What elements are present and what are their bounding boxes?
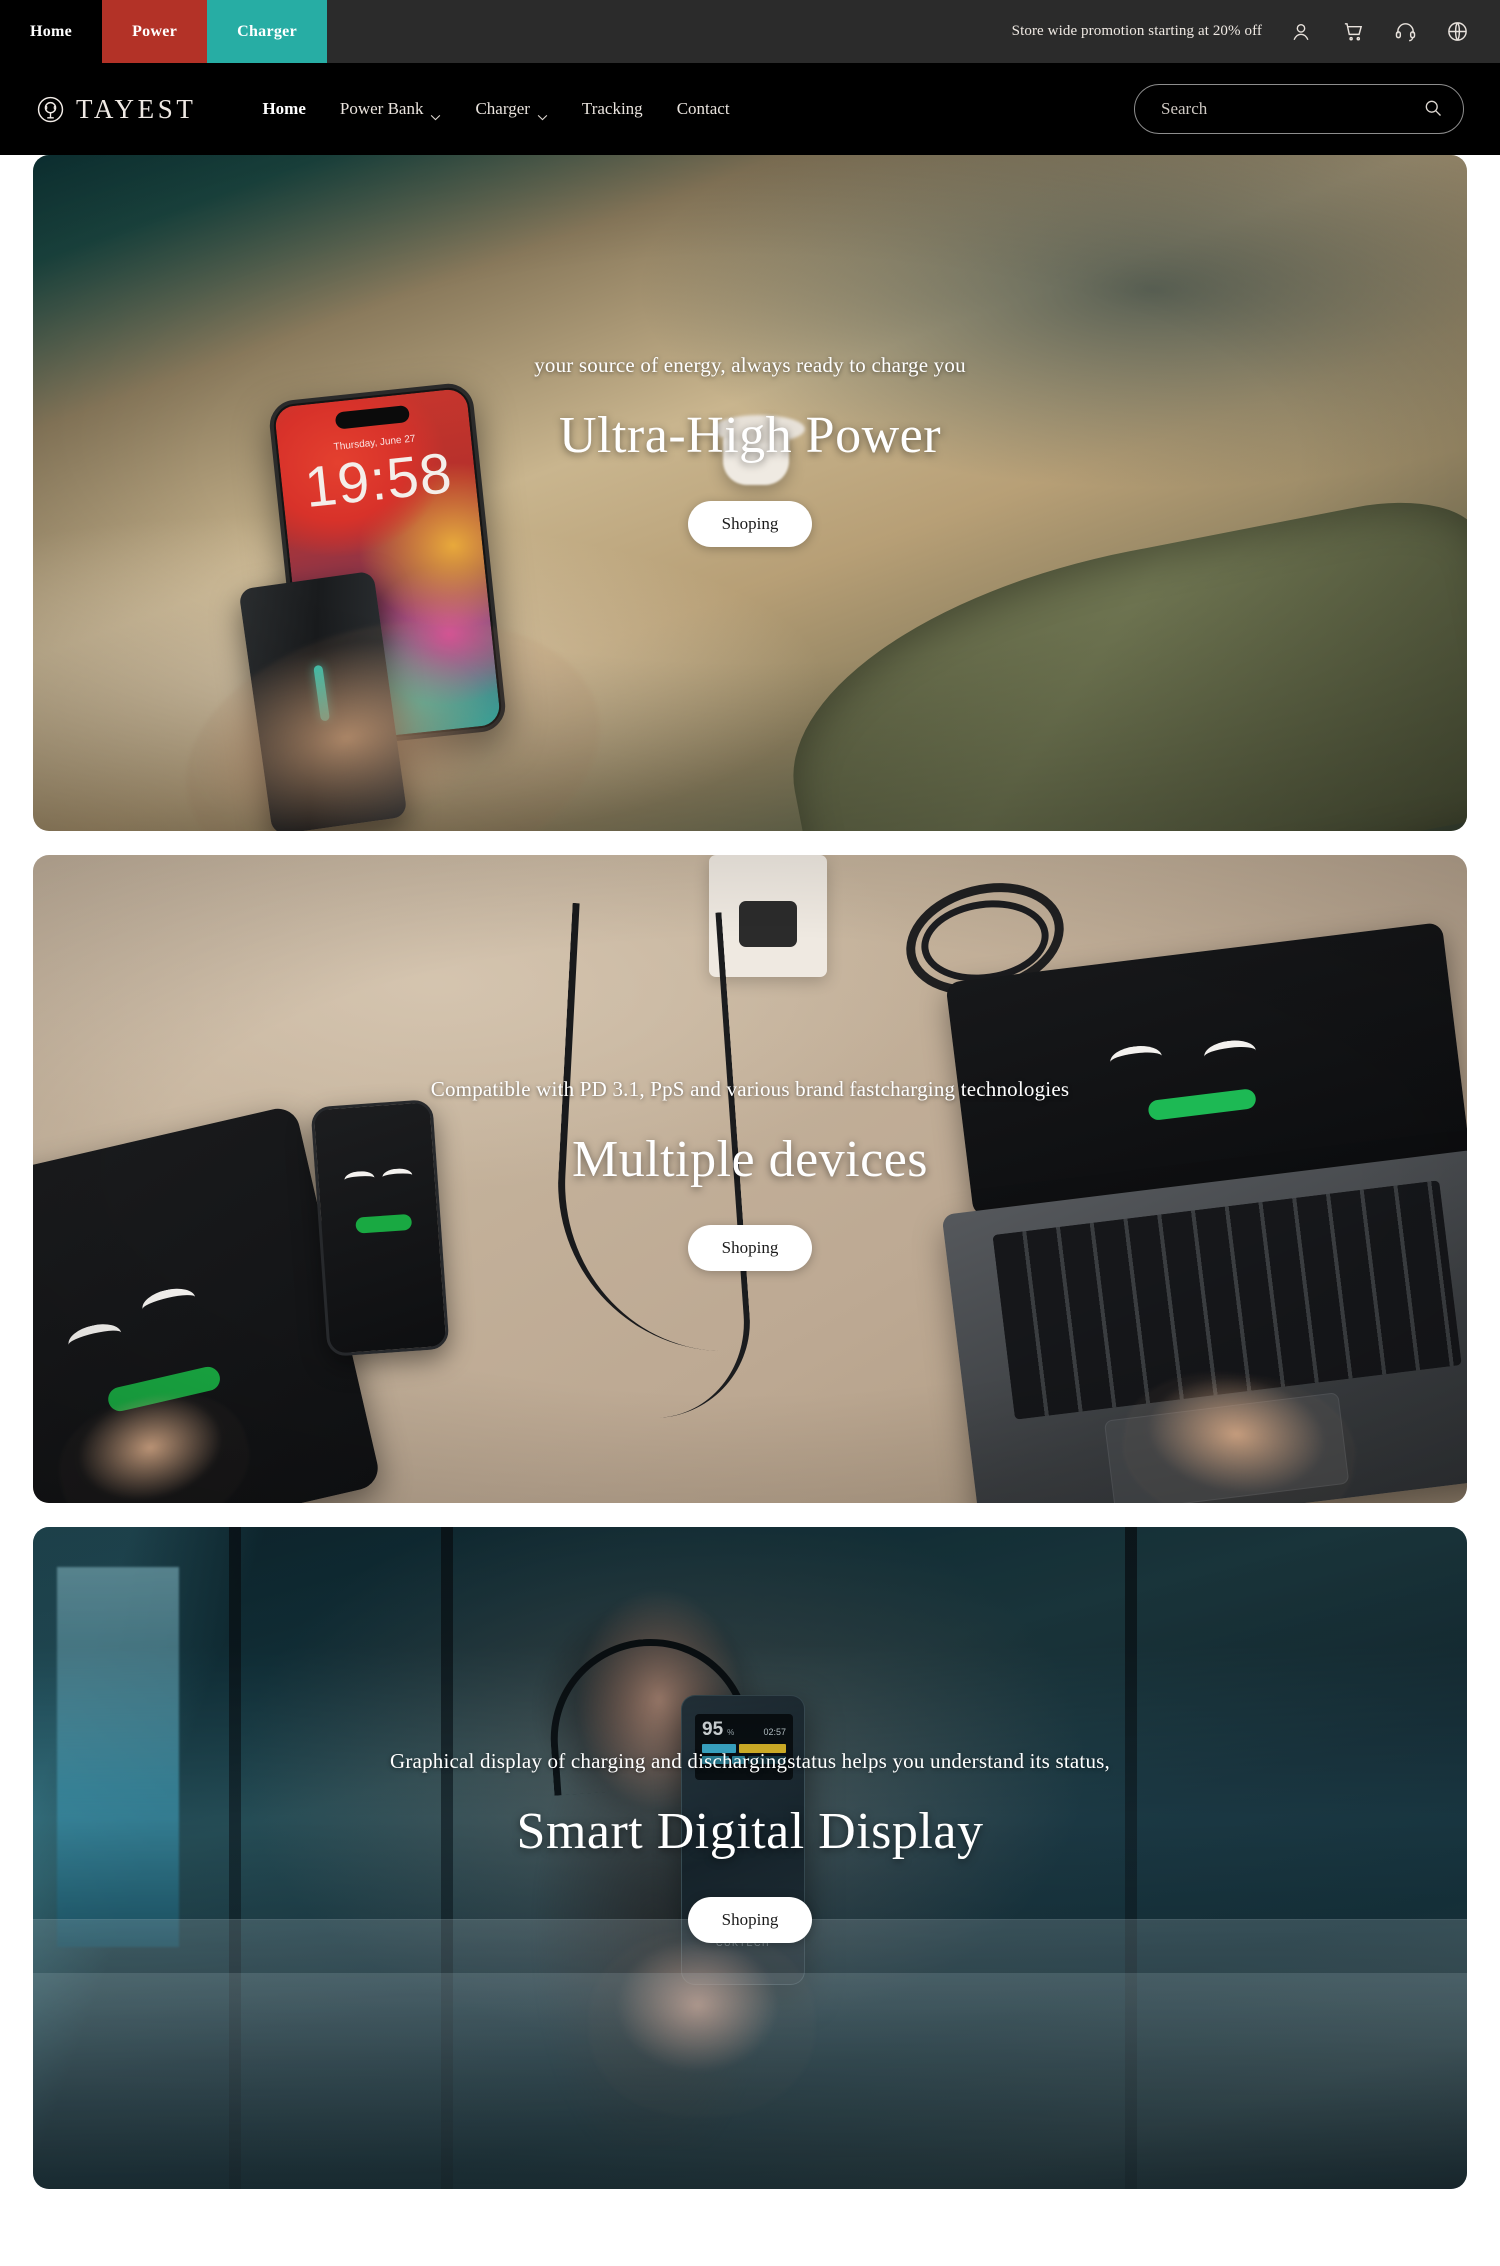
nav-item-home-label: Home [262, 99, 306, 118]
hero-1-content: your source of energy, always ready to c… [33, 155, 1467, 831]
search-icon [1423, 98, 1443, 121]
chevron-down-icon [537, 106, 548, 120]
chevron-down-icon [430, 106, 441, 120]
search-button[interactable] [1423, 98, 1443, 121]
nav-item-charger[interactable]: Charger [475, 99, 548, 120]
hero-2-title: Multiple devices [571, 1131, 929, 1188]
cart-icon[interactable] [1340, 19, 1366, 45]
top-bar-right-group: Store wide promotion starting at 20% off [1012, 0, 1500, 63]
hero-1-title: Ultra-High Power [558, 407, 942, 464]
nav-item-tracking[interactable]: Tracking [582, 99, 643, 119]
hero-1-shopping-button[interactable]: Shoping [687, 501, 813, 547]
hero-banner-multiple-devices[interactable]: Compatible with PD 3.1, PpS and various … [33, 855, 1467, 1503]
nav-item-contact[interactable]: Contact [677, 99, 730, 119]
hero-3-shopping-button[interactable]: Shoping [687, 1897, 813, 1943]
nav-item-tracking-label: Tracking [581, 99, 643, 118]
top-tab-charger[interactable]: Charger [207, 0, 327, 63]
top-tab-home[interactable]: Home [0, 0, 103, 63]
nav-item-power-bank[interactable]: Power Bank [339, 99, 442, 120]
top-tab-power[interactable]: Power [102, 0, 208, 63]
brand-logo[interactable]: TAYEST [36, 94, 196, 125]
hero-3-title: Smart Digital Display [516, 1803, 984, 1860]
nav-item-charger-label: Charger [475, 99, 530, 118]
top-tab-power-label: Power [132, 22, 178, 40]
search-box[interactable] [1134, 84, 1464, 134]
hero-banner-ultra-high-power[interactable]: Thursday, June 27 19:58 your source of e… [33, 155, 1467, 831]
top-tab-group: Home Power Charger [0, 0, 327, 63]
nav-item-home[interactable]: Home [262, 99, 305, 119]
hero-1-subtitle: your source of energy, always ready to c… [534, 353, 966, 377]
hero-2-shopping-button[interactable]: Shoping [687, 1225, 813, 1271]
promo-text: Store wide promotion starting at 20% off [1011, 23, 1262, 39]
wireless-signal-logo-icon [36, 95, 65, 124]
top-tab-charger-label: Charger [237, 22, 297, 40]
hero-3-content: Graphical display of charging and discha… [33, 1527, 1467, 2189]
top-tab-home-label: Home [30, 22, 73, 40]
hero-2-subtitle: Compatible with PD 3.1, PpS and various … [430, 1077, 1070, 1101]
globe-icon[interactable] [1444, 19, 1470, 45]
nav-menu: Home Power Bank Charger Tracking Contact [262, 99, 730, 120]
user-icon[interactable] [1288, 19, 1314, 45]
hero-3-subtitle: Graphical display of charging and discha… [390, 1749, 1110, 1773]
support-headset-icon[interactable] [1392, 19, 1418, 45]
brand-name: TAYEST [76, 93, 197, 124]
nav-item-power-bank-label: Power Bank [339, 99, 424, 118]
search-input[interactable] [1161, 99, 1423, 119]
hero-banner-smart-digital-display[interactable]: 95 % 02:57 CUKTECH Graphical dis [33, 1527, 1467, 2189]
top-utility-bar: Home Power Charger Store wide promotion … [0, 0, 1500, 63]
nav-item-contact-label: Contact [676, 99, 730, 118]
hero-2-content: Compatible with PD 3.1, PpS and various … [33, 855, 1467, 1503]
main-navigation-bar: TAYEST Home Power Bank Charger Tracking … [0, 63, 1500, 155]
